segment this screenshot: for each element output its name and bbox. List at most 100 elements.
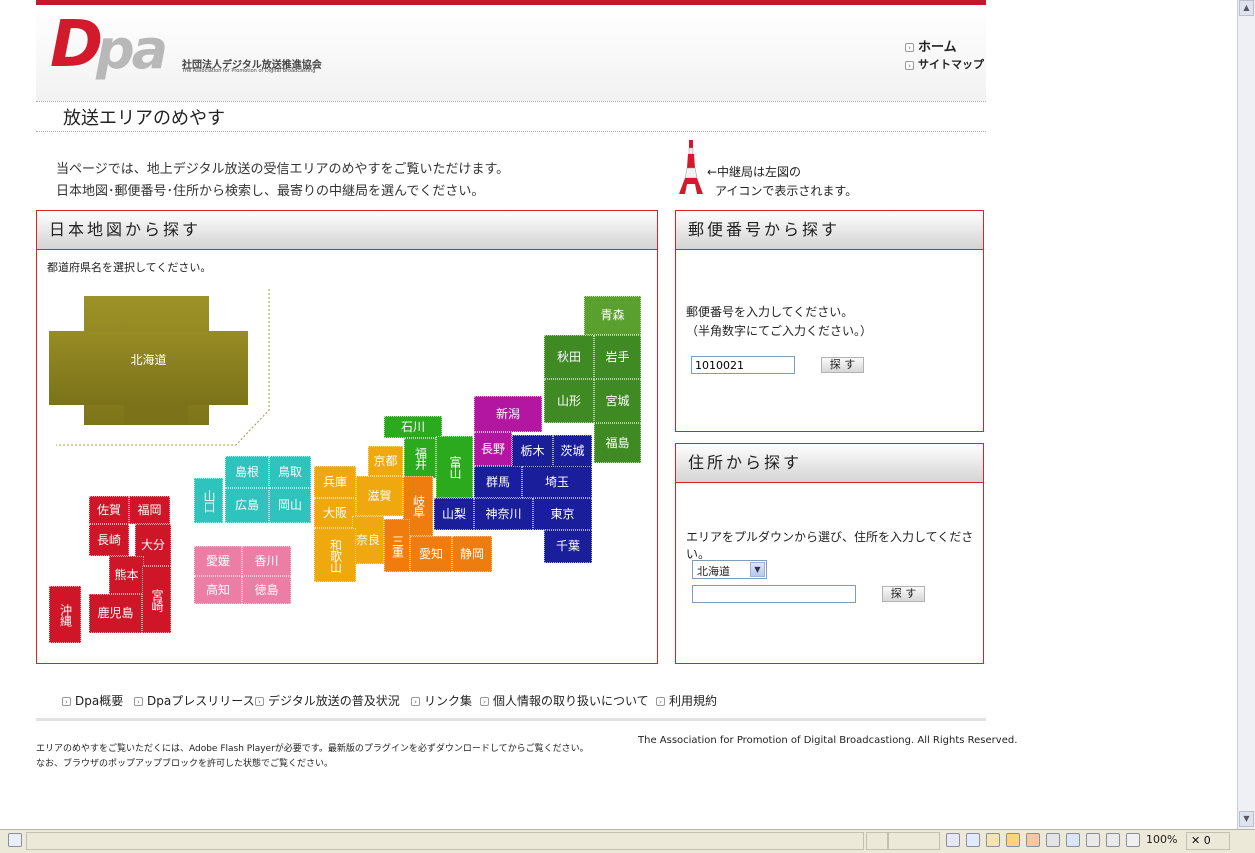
pref-fukuoka[interactable]: 福岡 bbox=[129, 496, 170, 524]
pref-hyogo[interactable]: 兵庫 bbox=[314, 466, 356, 498]
pref-kochi[interactable]: 高知 bbox=[194, 576, 242, 604]
title-divider bbox=[36, 131, 986, 132]
pref-kumamoto[interactable]: 熊本 bbox=[109, 556, 144, 594]
scroll-down-icon[interactable]: ▼ bbox=[1239, 811, 1254, 827]
address-search-button[interactable]: 探 す bbox=[882, 586, 925, 602]
pref-shizuoka-label: 静岡 bbox=[459, 546, 484, 561]
pref-okinawa[interactable]: 沖縄 bbox=[49, 586, 81, 643]
pref-saitama[interactable]: 埼玉 bbox=[522, 466, 592, 498]
prefecture-select[interactable]: 北海道 ▼ bbox=[692, 560, 767, 579]
pref-tokyo[interactable]: 東京 bbox=[533, 498, 592, 530]
pref-mie[interactable]: 三重 bbox=[384, 519, 410, 572]
pref-ishikawa[interactable]: 石川 bbox=[384, 416, 442, 438]
pref-toyama[interactable]: 富山 bbox=[436, 436, 473, 498]
window-icon[interactable] bbox=[1066, 833, 1080, 847]
address-input[interactable] bbox=[692, 585, 856, 603]
footer-link-label: Dpa概要 bbox=[75, 694, 124, 708]
prefecture-select-value: 北海道 bbox=[697, 565, 730, 578]
pref-chiba[interactable]: 千葉 bbox=[544, 530, 592, 563]
intro-text-1: 当ページでは、地上デジタル放送の受信エリアのめやすをご覧いただけます。 bbox=[56, 162, 510, 177]
pref-gunma[interactable]: 群馬 bbox=[474, 466, 522, 498]
pref-nara[interactable]: 奈良 bbox=[352, 516, 384, 564]
pref-kanagawa[interactable]: 神奈川 bbox=[474, 498, 533, 530]
pref-saitama-label: 埼玉 bbox=[544, 474, 569, 489]
nav-sitemap-link[interactable]: › サイトマップ bbox=[905, 56, 984, 72]
pref-aichi-label: 愛知 bbox=[418, 546, 443, 561]
pref-yamanashi[interactable]: 山梨 bbox=[434, 498, 474, 530]
pref-tokushima[interactable]: 徳島 bbox=[242, 576, 291, 604]
copyright: The Association for Promotion of Digital… bbox=[638, 735, 1018, 746]
pref-nagano[interactable]: 長野 bbox=[474, 432, 512, 466]
security-icon[interactable] bbox=[946, 833, 960, 847]
pref-kyoto[interactable]: 京都 bbox=[368, 446, 403, 476]
pref-shimane[interactable]: 島根 bbox=[225, 456, 269, 488]
nav-home-link[interactable]: › ホーム bbox=[905, 36, 957, 55]
pref-tottori[interactable]: 鳥取 bbox=[269, 456, 311, 488]
pref-okayama[interactable]: 岡山 bbox=[269, 488, 311, 523]
pref-akita[interactable]: 秋田 bbox=[544, 335, 594, 379]
pref-aichi[interactable]: 愛知 bbox=[410, 536, 452, 572]
pref-saga[interactable]: 佐賀 bbox=[89, 496, 129, 524]
footer-link-0[interactable]: › Dpa概要 bbox=[62, 692, 123, 709]
mail-icon[interactable] bbox=[986, 833, 1000, 847]
pref-saga-label: 佐賀 bbox=[96, 502, 121, 517]
pref-hokkaido[interactable]: 北海道 bbox=[49, 296, 248, 425]
footer-link-4[interactable]: › 個人情報の取り扱いについて bbox=[480, 692, 649, 709]
vertical-scrollbar[interactable]: ▲ ▼ bbox=[1237, 0, 1255, 829]
print-icon[interactable] bbox=[1106, 833, 1120, 847]
pref-yamagata[interactable]: 山形 bbox=[544, 379, 594, 423]
pref-kagoshima[interactable]: 鹿児島 bbox=[89, 594, 142, 633]
settings-icon[interactable] bbox=[1086, 833, 1100, 847]
footer-link-5[interactable]: › 利用規約 bbox=[656, 692, 717, 709]
arrow-bullet-icon: › bbox=[62, 697, 71, 706]
pref-oita-label: 大分 bbox=[140, 537, 165, 552]
pref-wakayama[interactable]: 和歌山 bbox=[314, 528, 356, 582]
ie-page-icon bbox=[8, 833, 22, 847]
pref-nagasaki[interactable]: 長崎 bbox=[89, 524, 129, 556]
logo-letter-d: D bbox=[50, 8, 103, 82]
footer-link-2[interactable]: › デジタル放送の普及状況 bbox=[255, 692, 400, 709]
footer-link-3[interactable]: › リンク集 bbox=[411, 692, 472, 709]
pref-kagawa[interactable]: 香川 bbox=[242, 546, 291, 576]
pref-osaka[interactable]: 大阪 bbox=[314, 498, 356, 528]
pref-miyazaki[interactable]: 宮崎 bbox=[142, 566, 171, 633]
feed-icon[interactable] bbox=[1026, 833, 1040, 847]
footer-divider bbox=[36, 718, 986, 721]
pref-miyazaki-label: 宮崎 bbox=[150, 588, 164, 611]
pref-fukui[interactable]: 福井 bbox=[404, 438, 436, 478]
block-count-cell[interactable]: ✕ 0 bbox=[1186, 832, 1230, 850]
postal-panel-heading: 郵便番号から探す bbox=[676, 211, 983, 250]
tools-icon[interactable] bbox=[1046, 833, 1060, 847]
footer-link-1[interactable]: › Dpaプレスリリース bbox=[134, 692, 255, 709]
page-icon[interactable] bbox=[966, 833, 980, 847]
pref-ibaraki[interactable]: 茨城 bbox=[553, 435, 592, 467]
pref-iwate-label: 岩手 bbox=[605, 349, 630, 364]
pref-hiroshima[interactable]: 広島 bbox=[225, 488, 269, 523]
pref-tochigi-label: 栃木 bbox=[520, 443, 545, 458]
pref-nara-label: 奈良 bbox=[355, 532, 380, 547]
pref-ibaraki-label: 茨城 bbox=[560, 443, 585, 458]
postal-code-input[interactable] bbox=[691, 356, 795, 374]
pref-miyagi[interactable]: 宮城 bbox=[594, 379, 641, 423]
chevron-down-icon[interactable]: ▼ bbox=[750, 562, 765, 577]
pref-okinawa-label: 沖縄 bbox=[58, 603, 73, 626]
lock-icon[interactable] bbox=[1006, 833, 1020, 847]
arrow-bullet-icon: › bbox=[480, 697, 489, 706]
footer-link-label: デジタル放送の普及状況 bbox=[268, 694, 400, 708]
pref-ehime[interactable]: 愛媛 bbox=[194, 546, 242, 576]
pref-shiga[interactable]: 滋賀 bbox=[356, 476, 403, 516]
pref-yamaguchi[interactable]: 山口 bbox=[194, 478, 223, 523]
arrow-bullet-icon: › bbox=[411, 697, 420, 706]
pref-fukushima[interactable]: 福島 bbox=[594, 423, 641, 463]
pref-niigata[interactable]: 新潟 bbox=[474, 396, 542, 432]
pref-aomori[interactable]: 青森 bbox=[584, 296, 641, 335]
pref-shizuoka[interactable]: 静岡 bbox=[452, 536, 492, 572]
scroll-up-icon[interactable]: ▲ bbox=[1239, 0, 1254, 16]
pref-iwate[interactable]: 岩手 bbox=[594, 335, 641, 379]
postal-search-button[interactable]: 探 す bbox=[821, 357, 864, 373]
zoom-icon[interactable] bbox=[1126, 833, 1140, 847]
pref-tochigi[interactable]: 栃木 bbox=[512, 435, 553, 467]
zoom-level[interactable]: 100% bbox=[1146, 833, 1177, 846]
postal-instruction-2: （半角数字にてご入力ください。） bbox=[686, 324, 873, 338]
pref-gifu-label: 岐阜 bbox=[411, 495, 426, 517]
